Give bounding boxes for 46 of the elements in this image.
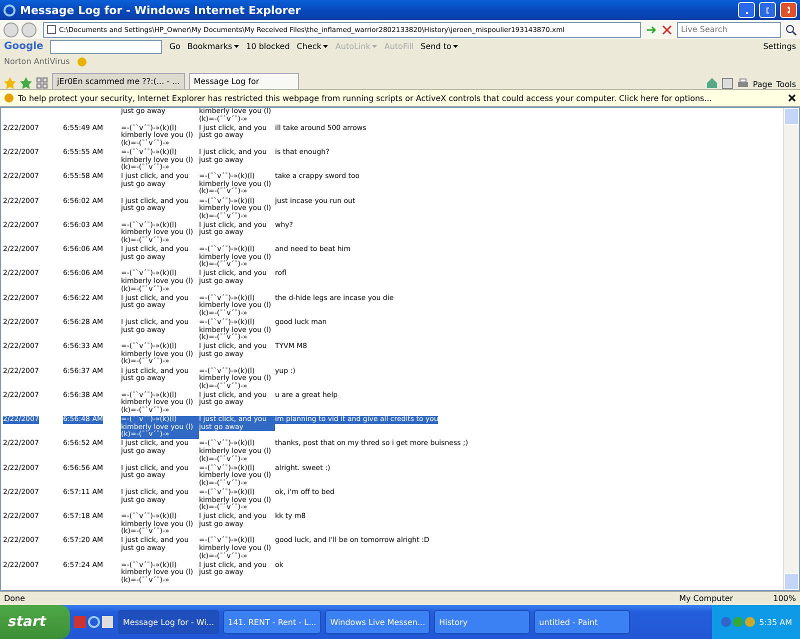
caret-icon: [234, 44, 240, 48]
printer-icon[interactable]: [736, 78, 749, 89]
toolbar-button[interactable]: Send to: [420, 42, 458, 51]
feed-icon[interactable]: [722, 78, 733, 89]
caret-icon: [453, 44, 458, 48]
refresh-icon[interactable]: [645, 24, 657, 36]
command-button[interactable]: Tools: [776, 80, 796, 89]
toolbar-button[interactable]: 10 blocked: [246, 42, 290, 51]
browser-tab[interactable]: Message Log for: [188, 73, 299, 89]
toolbar-search-field[interactable]: [50, 40, 162, 54]
browser-icon: [3, 4, 16, 16]
star-icon[interactable]: [4, 77, 16, 89]
minimize-button[interactable]: [738, 2, 755, 18]
toolbar-button[interactable]: Bookmarks: [187, 42, 240, 51]
scroll-down-button[interactable]: [784, 573, 799, 590]
quick-launch-icon[interactable]: [74, 615, 114, 629]
taskbar-button[interactable]: History: [434, 610, 530, 634]
taskbar-button[interactable]: 141. RENT - Rent - L...: [223, 610, 322, 634]
restore-button[interactable]: [759, 2, 776, 18]
command-button[interactable]: Page: [752, 80, 772, 89]
toolbar-button[interactable]: Go: [169, 42, 180, 51]
back-forward-icon[interactable]: [3, 22, 39, 38]
window-title: Message Log for - Windows Internet Explorer: [20, 4, 302, 16]
add-favorite-icon[interactable]: [20, 77, 32, 89]
settings-button[interactable]: Settings: [763, 42, 796, 51]
stop-icon[interactable]: [661, 24, 673, 36]
taskbar-button[interactable]: Windows Live Messen...: [325, 610, 430, 634]
tray-icon[interactable]: [720, 616, 756, 628]
close-button[interactable]: [780, 2, 797, 18]
page-icon: [47, 25, 56, 34]
search-icon[interactable]: [785, 24, 797, 36]
toolbar-logo: Google: [4, 41, 44, 52]
zoom-button[interactable]: 100%: [773, 594, 796, 603]
caret-icon: [323, 44, 328, 48]
status-text: Done: [4, 594, 26, 603]
zone-label: My Computer: [679, 594, 734, 603]
search-field[interactable]: Live Search: [677, 22, 781, 38]
taskbar-button[interactable]: Message Log for - Wi...: [118, 610, 219, 634]
toolbar-button[interactable]: Check: [296, 42, 328, 51]
quick-tabs-icon[interactable]: [36, 77, 48, 89]
clock: 5:35 AM: [759, 618, 792, 626]
norton-label: Norton AntiVirus: [4, 57, 70, 66]
browser-tab[interactable]: jEr0En scammed me ??:(... - ...: [52, 73, 185, 89]
scroll-up-button[interactable]: [784, 108, 799, 125]
caret-icon: [372, 44, 378, 48]
taskbar-button[interactable]: untitled - Paint: [534, 610, 630, 634]
